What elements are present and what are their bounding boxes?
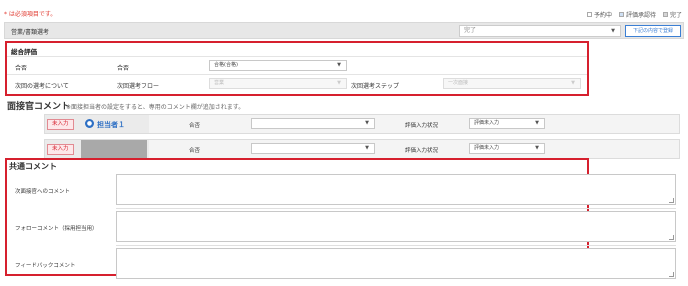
next-interviewer-comment-textarea[interactable] xyxy=(116,174,676,205)
divider xyxy=(116,245,676,246)
chevron-down-icon: ▼ xyxy=(611,28,615,34)
interviewer-eval-select[interactable]: 評価未入力 ▼ xyxy=(469,118,545,129)
resize-handle-icon[interactable] xyxy=(669,198,674,203)
interviewer-row-fields: 合否 ▼ 評価入力状況 評価未入力 ▼ xyxy=(149,115,679,133)
next-selection-row-label: 次回の選考について xyxy=(15,83,69,90)
next-step-select-value: 一次面接 xyxy=(448,80,469,86)
chevron-down-icon: ▼ xyxy=(571,80,575,86)
stage-status-select[interactable]: 完了 ▼ xyxy=(459,25,621,37)
interviewer-comment-note: ※面接担当者の設定をすると、専用のコメント欄が追加されます。 xyxy=(66,104,245,111)
required-fields-note: * は必須項目です。 xyxy=(4,11,57,18)
next-flow-select-value: 営業 xyxy=(214,80,225,86)
divider xyxy=(7,74,587,75)
resize-handle-icon[interactable] xyxy=(669,272,674,277)
interviewer-result-select[interactable]: ▼ xyxy=(251,118,375,129)
interviewer-name: 担当者１ xyxy=(97,121,125,129)
overall-evaluation-title: 総合評価 xyxy=(11,48,37,56)
next-interviewer-comment-label: 次面接官へのコメント xyxy=(15,189,71,195)
interviewer-name-placeholder xyxy=(81,140,147,158)
legend-reserved-label: 予約中 xyxy=(593,12,612,19)
follow-comment-label: フォローコメント（採用担当用） xyxy=(15,226,98,232)
interviewer-row: 未入力 ● 担当者１ 合否 ▼ 評価入力状況 評価未入力 ▼ xyxy=(44,114,680,134)
chevron-down-icon: ▼ xyxy=(337,62,341,68)
overall-evaluation-section: 総合評価 合否 合否 合格(合格) ▼ 次回の選考について 次回選考フロー 営業… xyxy=(5,41,589,96)
user-icon: ● xyxy=(85,119,94,128)
interviewer-comment-title: 面接官コメント xyxy=(7,102,71,112)
next-flow-label: 次回選考フロー xyxy=(117,83,160,90)
legend-reserved: 予約中 xyxy=(586,10,612,19)
status-badge: 未入力 xyxy=(47,144,74,155)
chevron-down-icon: ▼ xyxy=(365,120,369,126)
stage-label: 営業/書類選考 xyxy=(11,29,50,36)
chevron-down-icon: ▼ xyxy=(535,120,539,126)
result-field-label: 合否 xyxy=(117,65,130,72)
legend-pending-swatch xyxy=(618,12,624,17)
stage-bar: 営業/書類選考 完了 ▼ 下記の内容で登録 xyxy=(4,22,684,39)
result-row-label: 合否 xyxy=(15,65,28,72)
follow-comment-textarea[interactable] xyxy=(116,211,676,242)
interviewer-row-fields: 合否 ▼ 評価入力状況 評価未入力 ▼ xyxy=(149,140,679,158)
chevron-down-icon: ▼ xyxy=(535,145,539,151)
register-button[interactable]: 下記の内容で登録 xyxy=(625,25,681,37)
legend-pending: 評価承認待 xyxy=(618,10,656,19)
resize-handle-icon[interactable] xyxy=(669,235,674,240)
next-step-select[interactable]: 一次面接 ▼ xyxy=(443,78,581,89)
legend-reserved-swatch xyxy=(586,12,592,17)
legend-done: 完了 xyxy=(662,10,682,19)
legend-pending-label: 評価承認待 xyxy=(625,12,656,19)
interviewer-eval-value: 評価未入力 xyxy=(474,120,500,126)
feedback-comment-label: フィードバックコメント xyxy=(15,263,76,269)
divider xyxy=(7,56,587,57)
next-step-label: 次回選考ステップ xyxy=(351,83,400,90)
status-badge: 未入力 xyxy=(47,119,74,130)
divider xyxy=(116,208,676,209)
legend-done-label: 完了 xyxy=(669,12,682,19)
feedback-comment-textarea[interactable] xyxy=(116,248,676,279)
chevron-down-icon: ▼ xyxy=(337,80,341,86)
stage-status-value: 完了 xyxy=(464,27,477,34)
interviewer-row: 未入力 合否 ▼ 評価入力状況 評価未入力 ▼ xyxy=(44,139,680,159)
interviewer-eval-label: 評価入力状況 xyxy=(405,148,439,154)
interviewer-eval-value: 評価未入力 xyxy=(474,145,500,151)
result-select[interactable]: 合格(合格) ▼ xyxy=(209,60,347,71)
interviewer-result-label: 合否 xyxy=(189,148,201,154)
interviewer-result-label: 合否 xyxy=(189,123,201,129)
interviewer-result-select[interactable]: ▼ xyxy=(251,143,375,154)
interviewer-eval-label: 評価入力状況 xyxy=(405,123,439,129)
result-select-value: 合格(合格) xyxy=(214,62,238,68)
status-legend: 予約中 評価承認待 完了 xyxy=(586,10,682,19)
interviewer-eval-select[interactable]: 評価未入力 ▼ xyxy=(469,143,545,154)
chevron-down-icon: ▼ xyxy=(365,145,369,151)
legend-done-swatch xyxy=(662,12,668,17)
next-flow-select[interactable]: 営業 ▼ xyxy=(209,78,347,89)
common-comment-title: 共通コメント xyxy=(9,162,57,171)
